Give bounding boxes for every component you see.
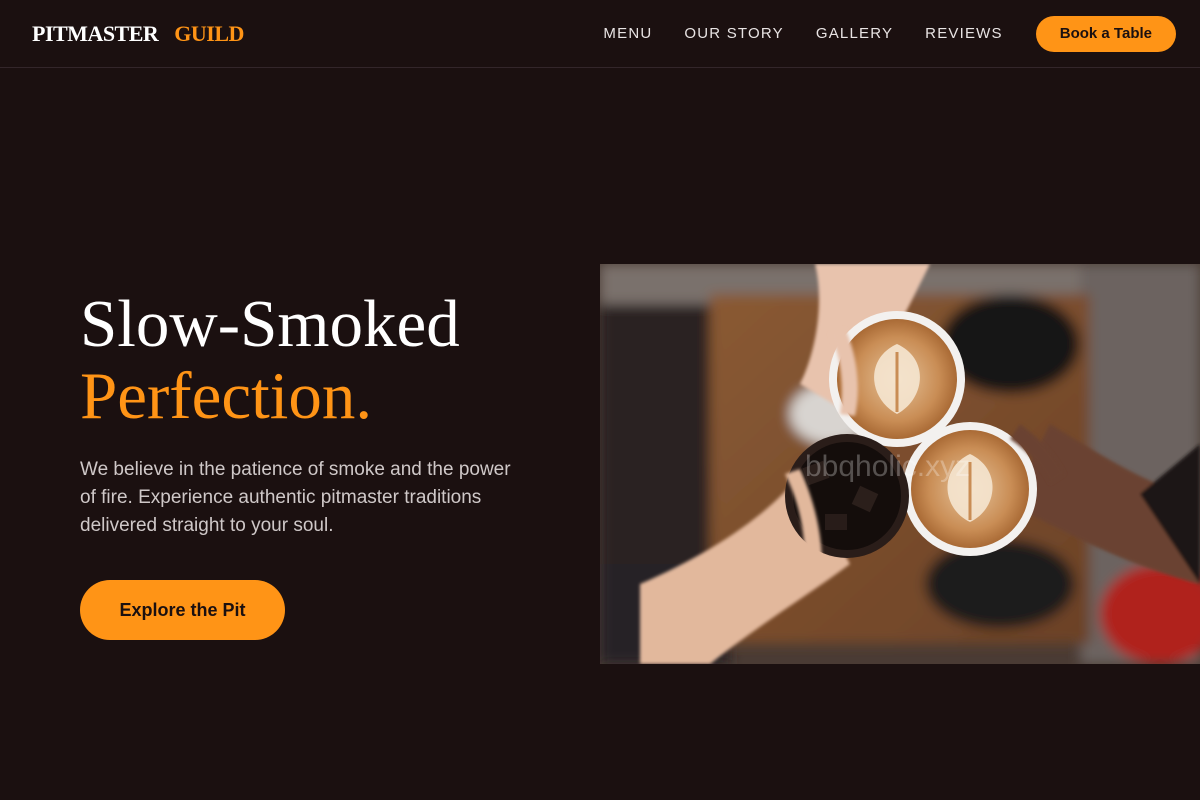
coffee-toast-photo: bbqholic.xyz	[600, 264, 1200, 664]
logo-word-pitmaster: PITMASTER	[32, 20, 159, 46]
hero-title: Slow-Smoked Perfection.	[80, 288, 460, 432]
hero-description: We believe in the patience of smoke and …	[80, 459, 511, 536]
nav-link-menu[interactable]: MENU	[603, 25, 652, 42]
nav-link-our-story[interactable]: OUR STORY	[684, 25, 783, 42]
logo-word-guild: GUILD	[174, 20, 244, 46]
site-header: PITMASTER GUILD MENU OUR STORY GALLERY R…	[0, 0, 1200, 68]
logo[interactable]: PITMASTER GUILD	[32, 21, 244, 47]
main-nav: MENU OUR STORY GALLERY REVIEWS Book a Ta…	[603, 15, 1176, 52]
explore-pit-button[interactable]: Explore the Pit	[80, 580, 285, 640]
watermark-text: bbqholic.xyz	[805, 450, 970, 483]
hero-title-line1: Slow-Smoked	[80, 287, 460, 361]
nav-link-reviews[interactable]: REVIEWS	[925, 25, 1003, 42]
hero-title-line2: Perfection.	[80, 359, 373, 433]
hero-image: bbqholic.xyz	[600, 264, 1200, 664]
book-table-button[interactable]: Book a Table	[1035, 15, 1176, 52]
nav-link-gallery[interactable]: GALLERY	[816, 25, 893, 42]
